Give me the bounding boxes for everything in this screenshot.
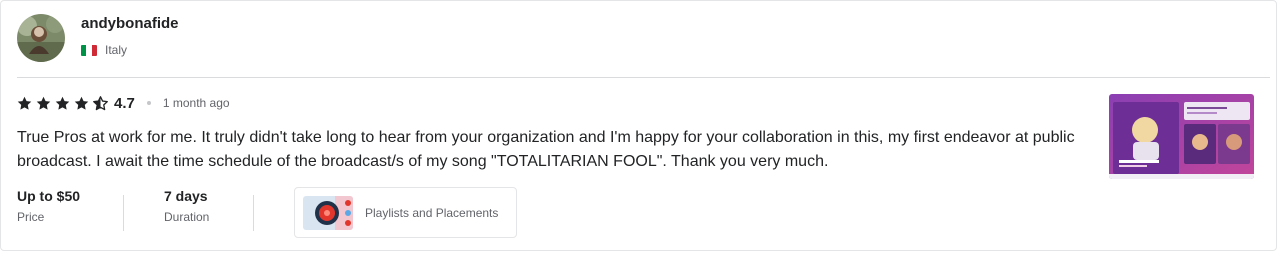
order-details: Up to $50 Price 7 days Duration [17, 187, 254, 231]
star-icon [55, 96, 70, 110]
divider [17, 77, 1270, 78]
italy-flag-icon [81, 44, 97, 56]
avatar[interactable] [17, 14, 65, 62]
reviewer-username[interactable]: andybonafide [81, 15, 179, 32]
star-icon [36, 96, 51, 110]
half-star-icon [93, 95, 108, 110]
rating-value: 4.7 [114, 94, 135, 112]
price-value: Up to $50 [17, 188, 81, 204]
duration-info: 7 days Duration [164, 187, 253, 229]
price-label: Price [17, 210, 45, 224]
service-thumbnail [303, 195, 353, 230]
review-date: 1 month ago [162, 96, 230, 110]
rating-row: 4.7 1 month ago [17, 94, 230, 112]
service-link[interactable]: Playlists and Placements [294, 187, 517, 238]
duration-label: Duration [164, 210, 210, 224]
review-card: andybonafide Italy 4.7 1 month ago True … [0, 0, 1277, 251]
star-rating [17, 95, 112, 111]
duration-value: 7 days [164, 188, 208, 204]
separator-dot [146, 101, 151, 105]
gig-preview-image[interactable] [1109, 94, 1254, 179]
price-info: Up to $50 Price [17, 187, 123, 229]
country-name: Italy [105, 43, 128, 57]
meta-separator [123, 195, 124, 231]
service-name: Playlists and Placements [365, 205, 499, 220]
star-icon [74, 96, 89, 110]
star-icon [17, 96, 32, 110]
meta-separator [253, 195, 254, 231]
reviewer-country: Italy [81, 43, 127, 57]
review-text: True Pros at work for me. It truly didn'… [17, 129, 1075, 170]
